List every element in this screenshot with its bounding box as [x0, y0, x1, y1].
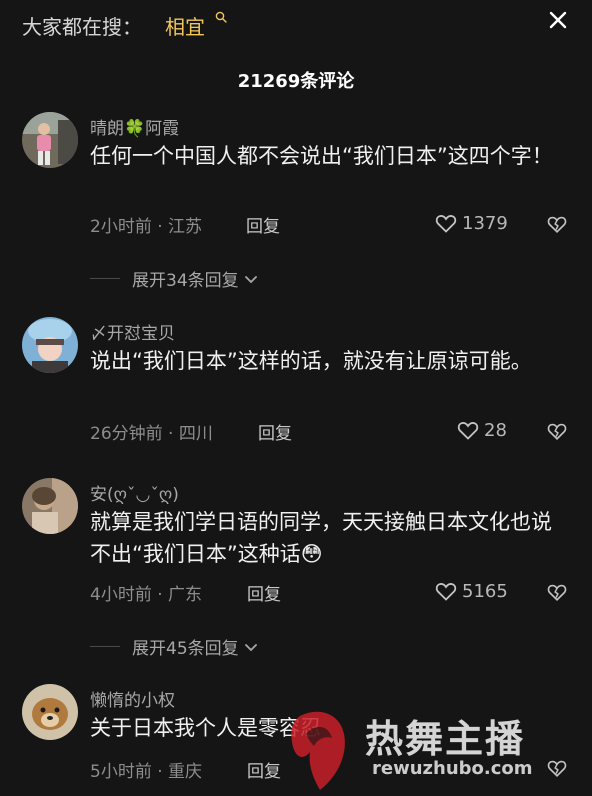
comment-time-location: 5小时前 · 重庆	[90, 762, 203, 782]
comment-text: 就算是我们学日语的同学，天天接触日本文化也说不出“我们日本”这种话😳	[90, 510, 552, 566]
avatar[interactable]	[22, 478, 78, 534]
search-icon[interactable]	[215, 11, 227, 23]
expand-replies-button[interactable]: 展开34条回复	[90, 266, 259, 291]
heart-icon	[435, 583, 457, 601]
avatar[interactable]	[22, 684, 78, 740]
expand-replies-label: 展开45条回复	[132, 639, 239, 659]
comment-username[interactable]: 〆开怼宝贝	[90, 319, 175, 344]
reply-button[interactable]: 回复	[246, 212, 280, 237]
watermark-url: rewuzhubo.com	[372, 758, 533, 779]
chevron-down-icon	[244, 643, 257, 651]
expand-replies-label: 展开34条回复	[132, 271, 239, 291]
like-button[interactable]: 28	[456, 418, 507, 442]
divider	[90, 278, 120, 279]
broken-heart-icon[interactable]	[546, 213, 568, 235]
comment-username[interactable]: 安(ღˇ◡ˇღ)	[90, 480, 179, 505]
search-term-link[interactable]: 相宜	[165, 11, 205, 40]
comment-time-location: 26分钟前 · 四川	[90, 424, 213, 444]
comment-time-location: 4小时前 · 广东	[90, 585, 203, 605]
watermark-text: 热舞主播	[365, 717, 526, 761]
comment-count-title: 21269条评论	[237, 71, 355, 92]
chevron-down-icon	[244, 275, 257, 283]
like-button[interactable]: 1379	[434, 211, 508, 235]
like-count: 5165	[462, 580, 508, 602]
comment-username[interactable]: 懒惰的小权	[90, 686, 175, 711]
heart-icon	[457, 422, 479, 440]
like-count: 28	[484, 419, 507, 441]
close-icon[interactable]	[546, 8, 570, 32]
avatar[interactable]	[22, 112, 78, 168]
heart-icon	[435, 215, 457, 233]
broken-heart-icon[interactable]	[546, 420, 568, 442]
comment-time-location: 2小时前 · 江苏	[90, 217, 203, 237]
comment-text: 任何一个中国人都不会说出“我们日本”这四个字！	[90, 144, 553, 168]
comment-text: 说出“我们日本”这样的话，就没有让原谅可能。	[90, 349, 532, 373]
reply-button[interactable]: 回复	[247, 757, 281, 782]
reply-button[interactable]: 回复	[258, 419, 292, 444]
reply-button[interactable]: 回复	[247, 580, 281, 605]
expand-replies-button[interactable]: 展开45条回复	[90, 634, 259, 659]
broken-heart-icon[interactable]	[546, 581, 568, 603]
like-count: 1379	[462, 212, 508, 234]
like-button[interactable]: 5165	[434, 579, 508, 603]
avatar[interactable]	[22, 317, 78, 373]
divider	[90, 646, 120, 647]
comment-username[interactable]: 晴朗🍀阿霞	[90, 114, 179, 139]
search-prefix: 大家都在搜：	[22, 15, 142, 39]
search-bar: 大家都在搜： 相宜	[0, 0, 592, 50]
